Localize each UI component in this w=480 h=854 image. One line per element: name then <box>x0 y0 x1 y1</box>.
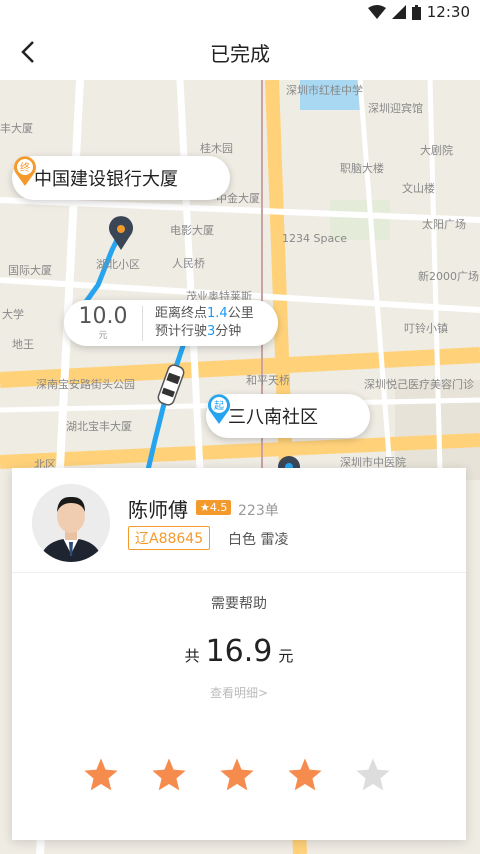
driver-avatar <box>32 484 110 562</box>
trip-info-bubble: 10.0 元 距离终点1.4公里 预计行驶3分钟 <box>64 300 278 346</box>
map-label: 深圳悦己医疗美容门诊 <box>364 378 474 391</box>
map-label: 大学 <box>2 308 24 321</box>
help-link[interactable]: 需要帮助 <box>12 593 466 613</box>
trip-summary-card: 陈师傅 ★4.5 223单 辽A88645 白色 雷凌 需要帮助 共 16.9 元 … <box>12 468 466 840</box>
total-unit: 元 <box>278 647 294 665</box>
map-label: 地王 <box>12 338 34 351</box>
license-plate: 辽A88645 <box>128 526 211 550</box>
map-label: 大剧院 <box>420 144 453 157</box>
driver-name: 陈师傅 <box>128 498 188 522</box>
map-label: 深南宝安路街头公园 <box>36 378 135 391</box>
destination-name: 中国建设银行大厦 <box>34 169 178 190</box>
origin-bubble[interactable]: 起 三八南社区 <box>206 394 370 438</box>
origin-tag: 起 <box>214 400 224 412</box>
total-prefix: 共 <box>184 647 200 665</box>
star-rating[interactable] <box>82 756 392 794</box>
map-label: 职脑大楼 <box>340 162 384 175</box>
battery-icon <box>411 4 421 20</box>
star-icon[interactable] <box>150 756 188 794</box>
driver-order-count: 223单 <box>238 503 279 519</box>
map-label: 深圳市红桂中学 <box>286 84 363 97</box>
total-amount: 16.9 <box>205 634 273 669</box>
dist-value: 1.4 <box>207 306 228 321</box>
map-label: 丰大厦 <box>0 122 33 135</box>
nav-bar: 已完成 <box>0 24 480 81</box>
eta-info: 距离终点1.4公里 预计行驶3分钟 <box>143 305 254 341</box>
map-label: 和平天桥 <box>246 374 290 387</box>
map-label: 湖北宝丰大厦 <box>66 420 132 433</box>
back-button[interactable] <box>14 38 42 66</box>
dist-prefix: 距离终点 <box>155 306 208 321</box>
map-pin-icon <box>109 216 133 250</box>
driver-avatar-image <box>32 484 110 562</box>
divider <box>12 572 466 573</box>
car-description: 白色 雷凌 <box>228 532 289 548</box>
view-details-link[interactable]: 查看明细> <box>12 684 466 701</box>
map-label: 深圳迎宾馆 <box>368 102 423 115</box>
status-time: 12:30 <box>426 3 470 21</box>
destination-marker-icon: 终 <box>14 156 36 186</box>
driver-rating-badge: ★4.5 <box>196 500 232 515</box>
page-title: 已完成 <box>210 41 270 66</box>
map-label: 人民桥 <box>172 257 205 270</box>
star-icon[interactable] <box>286 756 324 794</box>
total-fare: 共 16.9 元 <box>12 634 466 669</box>
map-label: 新2000广场 <box>418 270 479 283</box>
signal-icon <box>391 5 406 19</box>
map-label: 文山楼 <box>402 182 435 195</box>
car-icon <box>157 364 185 406</box>
star-icon[interactable] <box>82 756 120 794</box>
wifi-icon <box>367 5 386 19</box>
destination-tag: 终 <box>20 161 30 174</box>
back-arrow-icon <box>21 41 34 63</box>
eta-prefix: 预计行驶 <box>155 324 208 339</box>
fare-value: 10.0 <box>78 303 128 329</box>
map-label: 国际大厦 <box>8 264 52 277</box>
star-icon[interactable] <box>354 756 392 794</box>
origin-marker-icon: 起 <box>208 394 230 424</box>
map-label: 电影大厦 <box>170 224 214 237</box>
map-label: 太阳广场 <box>422 218 466 231</box>
status-bar: 12:30 <box>0 0 480 24</box>
destination-pin[interactable] <box>108 216 134 250</box>
map-label: 1234 Space <box>282 232 348 245</box>
map-label: 湖北小区 <box>96 258 140 271</box>
destination-bubble[interactable]: 终 中国建设银行大厦 <box>12 156 230 200</box>
map-label: 桂木园 <box>200 142 233 155</box>
fare-unit: 元 <box>98 330 108 341</box>
dist-suffix: 公里 <box>227 306 254 321</box>
star-icon[interactable] <box>218 756 256 794</box>
origin-name: 三八南社区 <box>228 407 318 428</box>
map-label: 叮铃小镇 <box>404 322 448 335</box>
fare-mini: 10.0 元 <box>64 303 143 341</box>
eta-suffix: 分钟 <box>215 324 242 339</box>
